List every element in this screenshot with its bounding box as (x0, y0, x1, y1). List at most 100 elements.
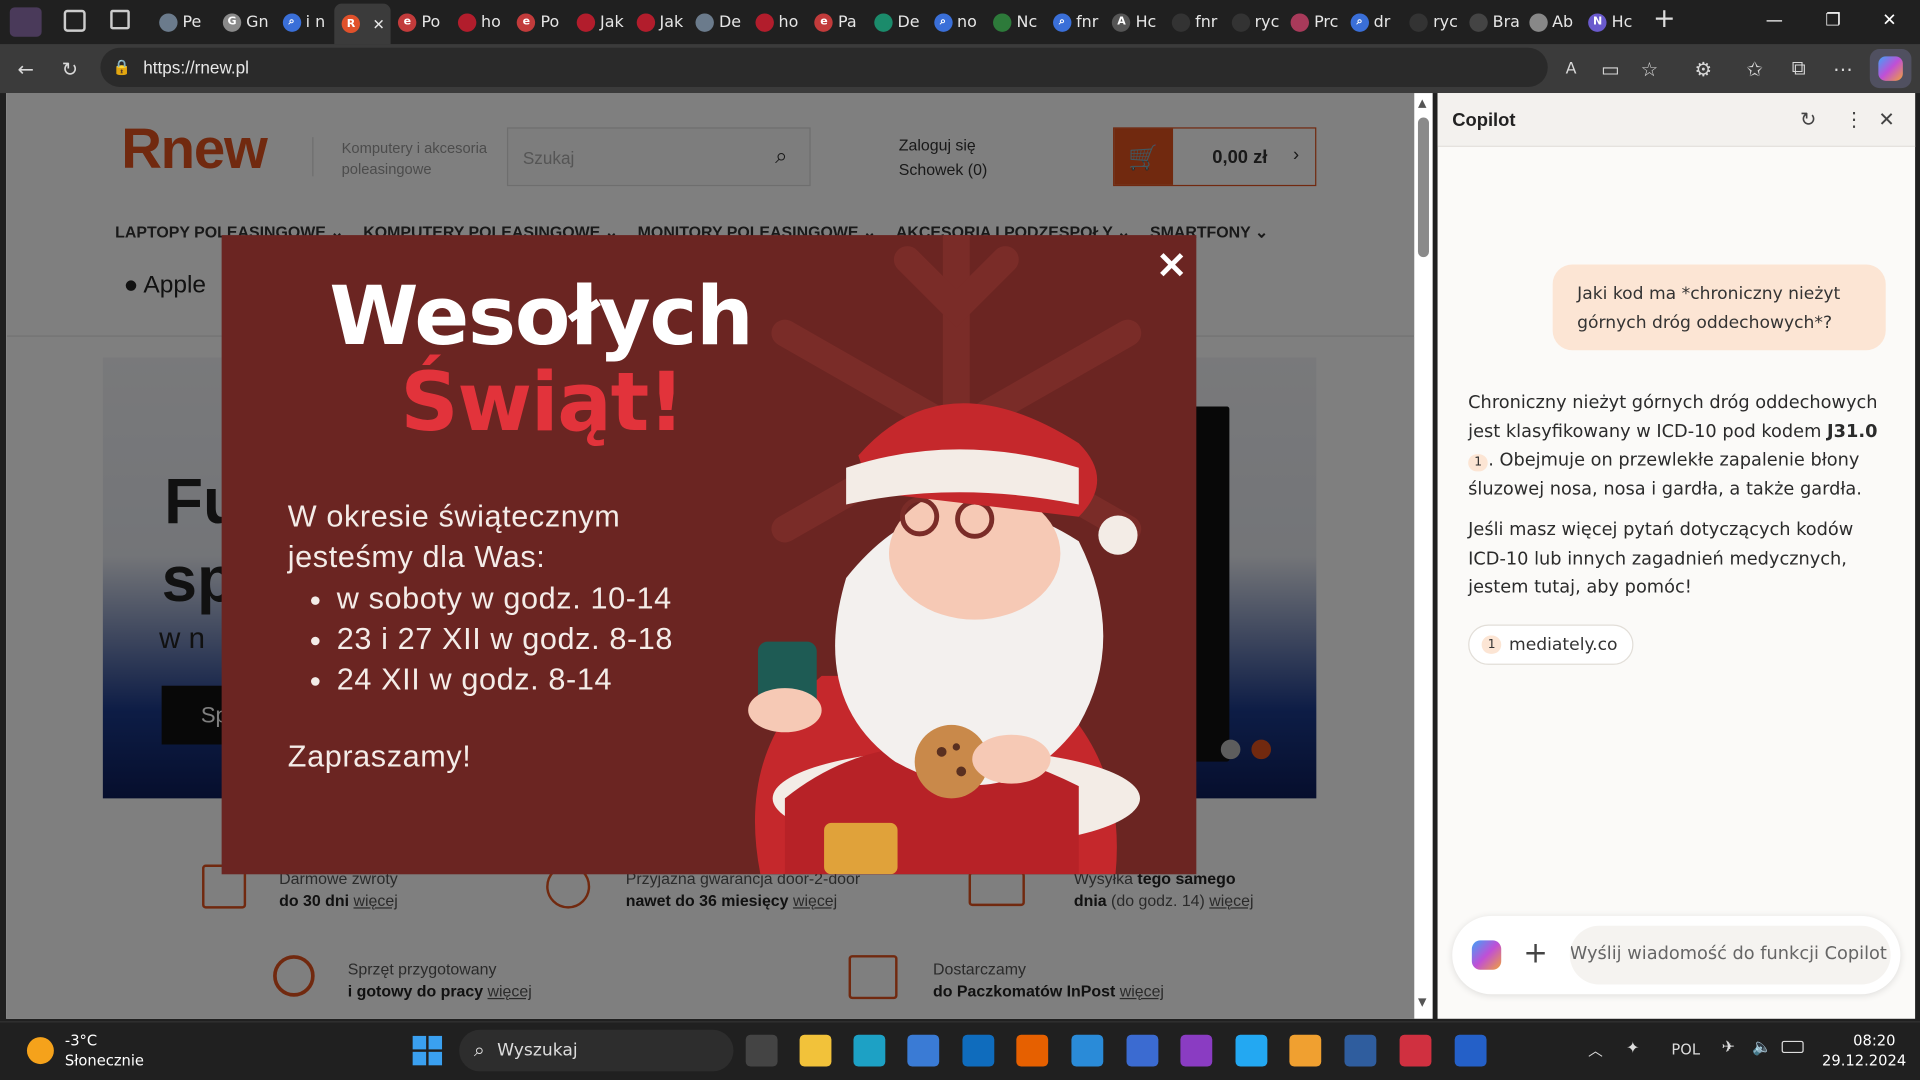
browser-tab[interactable]: ⌕ dr (1343, 6, 1403, 38)
tab-favicon-icon: R (341, 14, 361, 34)
collections-icon[interactable]: ⧉ (1783, 53, 1815, 85)
read-aloud-icon[interactable]: A (1555, 53, 1587, 85)
copilot-logo-icon (1471, 940, 1502, 970)
browser-tab[interactable]: Jak (629, 6, 689, 38)
weather-widget[interactable]: -3°C Słonecznie (65, 1031, 144, 1070)
favorite-star-icon[interactable]: ☆ (1633, 53, 1665, 85)
maximize-button[interactable]: ❐ (1805, 0, 1861, 42)
tab-favicon-icon: A (1112, 12, 1131, 32)
page-scrollbar[interactable]: ▲ ▼ (1414, 93, 1433, 1019)
browser-tab[interactable]: De (867, 6, 927, 38)
browser-tab[interactable]: ⌕ i n (275, 6, 335, 38)
browser-tab[interactable]: ryc (1403, 6, 1463, 38)
browser-tab[interactable]: fnr (1164, 6, 1224, 38)
favorites-icon[interactable]: ✩ (1739, 53, 1771, 85)
dropbox-icon[interactable]: ✦ (1626, 1040, 1639, 1058)
profile-icon[interactable] (9, 7, 42, 37)
taskbar-app-photos-icon[interactable] (1071, 1034, 1104, 1067)
source-chip[interactable]: 1 mediately.co (1468, 624, 1634, 665)
new-tab-button[interactable]: + (1653, 4, 1680, 34)
vertical-tabs-icon[interactable] (110, 9, 130, 30)
minimize-button[interactable]: — (1746, 0, 1802, 42)
browser-tab[interactable]: ho (450, 6, 510, 38)
lock-icon: 🔒 (112, 58, 131, 76)
browser-tab[interactable]: Jak (569, 6, 629, 38)
browser-tab[interactable]: e Pa (807, 6, 867, 38)
browser-tab[interactable]: A Hc (1105, 6, 1165, 38)
tab-title: fnr (1195, 12, 1218, 32)
browser-tab[interactable]: ryc (1224, 6, 1284, 38)
taskbar-app-firefox-icon[interactable] (1016, 1034, 1049, 1067)
tab-strip: Pe G Gn ⌕ i n R ✕ e Po ho e Po Jak Jak De ho e Pa De ⌕ no Nc ⌕… (0, 0, 1920, 45)
taskbar-app-store-icon[interactable] (907, 1034, 940, 1067)
browser-tab[interactable]: ho (748, 6, 808, 38)
browser-tab[interactable]: Bra (1462, 6, 1522, 38)
back-icon[interactable]: ← (10, 53, 42, 85)
workspaces-icon[interactable] (63, 9, 86, 32)
browser-tab[interactable]: Pe (152, 6, 216, 38)
taskbar-app-app-blue-icon[interactable] (1454, 1034, 1487, 1067)
browser-tab[interactable]: N Hc (1581, 6, 1641, 38)
language-indicator[interactable]: POL (1671, 1041, 1700, 1058)
close-window-button[interactable]: ✕ (1861, 0, 1917, 42)
address-bar[interactable]: 🔒 https://rnew.pl (100, 47, 1548, 87)
close-tab-icon[interactable]: ✕ (372, 15, 384, 32)
tab-favicon-icon (695, 12, 715, 32)
tab-favicon-icon (1528, 12, 1548, 32)
taskbar-app-outlook-icon[interactable] (962, 1034, 995, 1067)
taskbar-app-task-view-icon[interactable] (745, 1034, 778, 1067)
start-button[interactable] (412, 1035, 443, 1066)
reader-view-icon[interactable]: ▭ (1594, 53, 1626, 85)
volume-icon[interactable]: 🔈 (1752, 1038, 1772, 1056)
taskbar-app-media-icon[interactable] (1289, 1034, 1322, 1067)
taskbar-app-davinci-icon[interactable] (1399, 1034, 1432, 1067)
browser-tab[interactable]: e Po (510, 6, 570, 38)
browser-tab[interactable]: ⌕ no (926, 6, 986, 38)
taskbar-search[interactable]: ⌕ Wyszukaj (459, 1029, 734, 1072)
popup-title-2: Świąt! (400, 355, 684, 450)
copilot-message-input[interactable]: Wyślij wiadomość do funkcji Copilot (1569, 925, 1891, 985)
copilot-refresh-icon[interactable]: ↻ (1800, 108, 1816, 131)
copilot-icon[interactable] (1869, 48, 1912, 89)
more-icon[interactable]: ⋯ (1827, 53, 1859, 85)
tab-favicon-icon: ⌕ (1052, 12, 1072, 32)
tab-favicon-icon (874, 12, 893, 32)
popup-close-button[interactable]: ✕ (1152, 247, 1191, 286)
taskbar-app-save-icon[interactable] (1126, 1034, 1159, 1067)
taskbar-app-edge-icon[interactable] (853, 1034, 886, 1067)
scroll-down-arrow[interactable]: ▼ (1418, 997, 1426, 1009)
copilot-close-icon[interactable]: ✕ (1878, 108, 1894, 131)
browser-tab[interactable]: Nc (986, 6, 1046, 38)
scroll-thumb[interactable] (1417, 117, 1429, 258)
citation-badge[interactable]: 1 (1468, 454, 1489, 472)
extensions-icon[interactable]: ⚙ (1687, 53, 1719, 85)
clock[interactable]: 08:20 29.12.2024 (1822, 1031, 1906, 1070)
tab-favicon-icon (755, 12, 774, 32)
source-label: mediately.co (1509, 634, 1618, 655)
taskbar-app-podcast-icon[interactable] (1180, 1034, 1213, 1067)
scroll-up-arrow[interactable]: ▲ (1418, 98, 1426, 110)
taskbar-app-vscode-icon[interactable] (1235, 1034, 1268, 1067)
add-attachment-icon[interactable]: + (1523, 936, 1548, 970)
browser-tab[interactable]: De (688, 6, 748, 38)
tab-title: fnr (1076, 12, 1099, 32)
tab-title: De (897, 12, 920, 32)
browser-tab[interactable]: Ab (1522, 6, 1582, 38)
battery-icon[interactable] (1781, 1040, 1804, 1054)
copilot-more-icon[interactable]: ⋮ (1844, 108, 1864, 131)
browser-tab[interactable]: R ✕ (334, 3, 391, 45)
weather-icon[interactable] (26, 1037, 54, 1065)
tray-chevron-icon[interactable]: ︿ (1588, 1040, 1603, 1061)
opening-hours-list: w soboty w godz. 10-1423 i 27 XII w godz… (337, 579, 673, 700)
browser-tab[interactable]: G Gn (216, 6, 276, 38)
taskbar-app-virtualbox-icon[interactable] (1344, 1034, 1377, 1067)
browser-tab[interactable]: ⌕ fnr (1045, 6, 1105, 38)
browser-tab[interactable]: Prc (1283, 6, 1343, 38)
refresh-icon[interactable]: ↻ (54, 53, 86, 85)
browser-tab[interactable]: e Po (391, 6, 451, 38)
tab-title: ho (480, 12, 501, 32)
tab-favicon-icon: ⌕ (1350, 12, 1369, 32)
network-icon[interactable]: ✈ (1722, 1038, 1735, 1056)
tab-title: De (719, 12, 742, 32)
taskbar-app-file-explorer-icon[interactable] (799, 1034, 832, 1067)
